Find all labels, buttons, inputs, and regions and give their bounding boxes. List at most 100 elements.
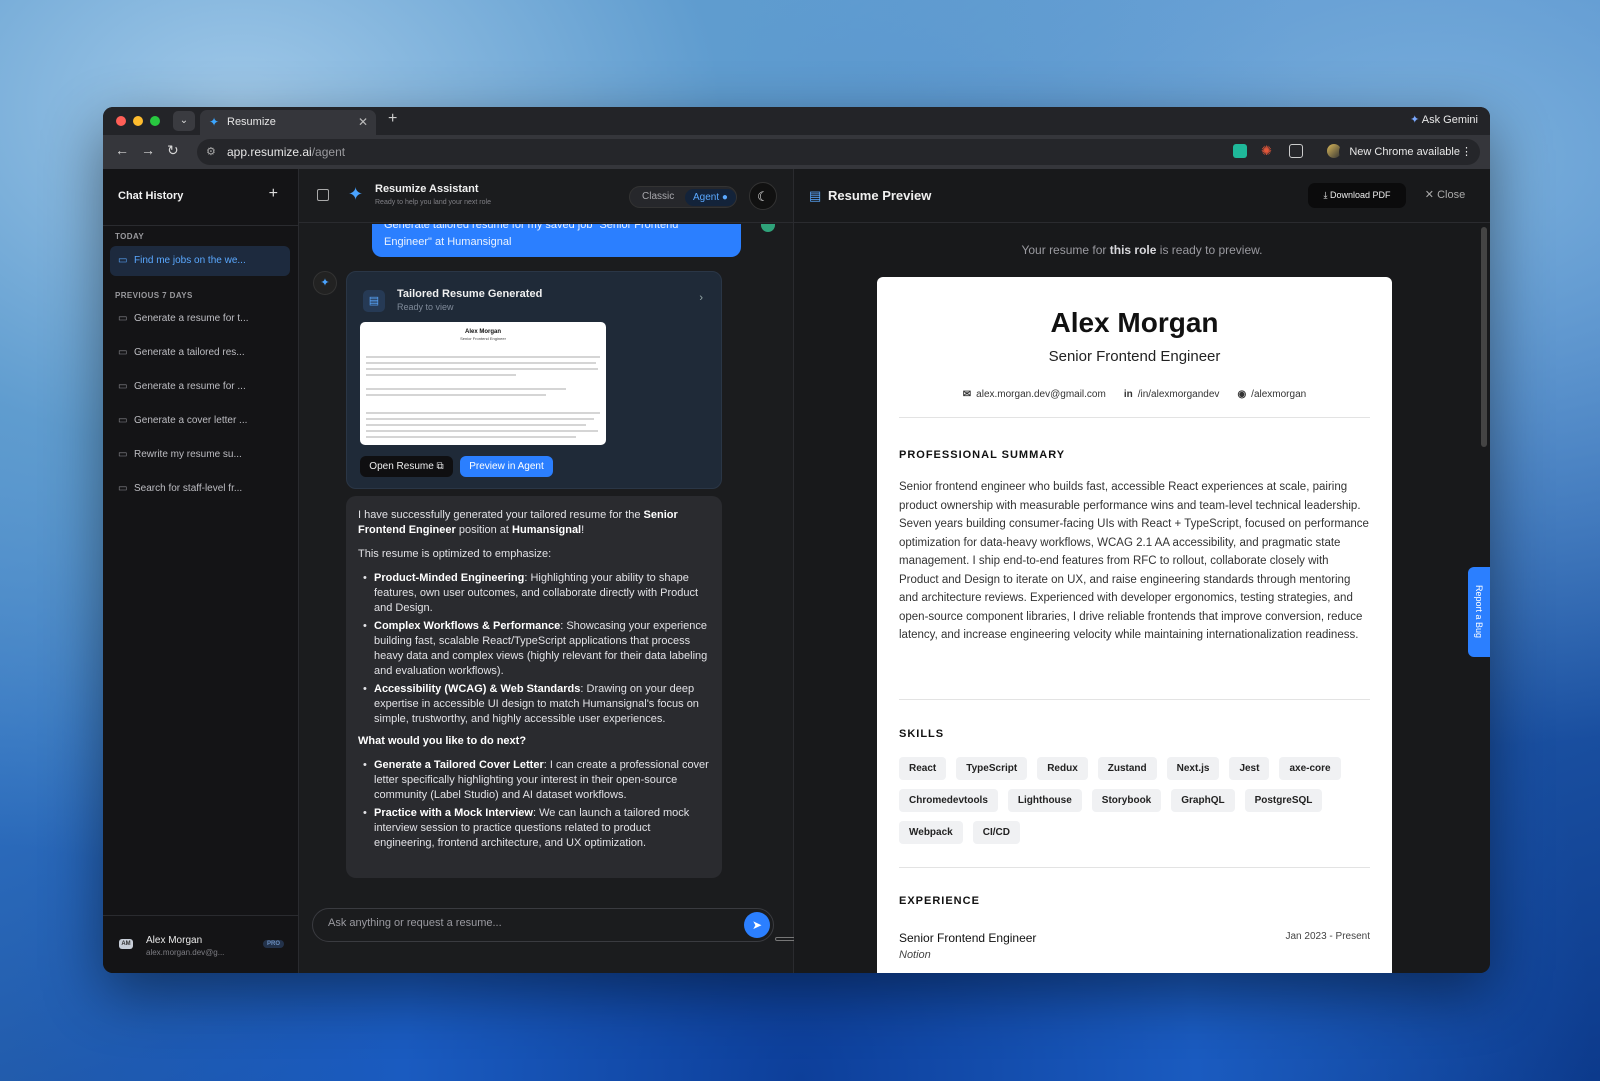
skill-tag: PostgreSQL	[1244, 789, 1323, 812]
toggle-sidebar-icon[interactable]	[317, 189, 329, 201]
thumbnail-role: Senior Frontend Engineer	[460, 336, 506, 341]
message-intro: I have successfully generated your tailo…	[358, 508, 710, 538]
more-menu-icon: ⋮	[1461, 146, 1472, 158]
sidebar-title: Chat History	[118, 190, 184, 202]
new-chrome-available-button[interactable]: New Chrome available ⋮	[1339, 139, 1480, 165]
agent-mode-tab[interactable]: Agent ●	[685, 189, 736, 206]
thumbnail-text-line	[366, 368, 598, 370]
history-item-label: Rewrite my resume su...	[134, 449, 242, 460]
maximize-window-button[interactable]	[150, 116, 160, 126]
skill-tag: Storybook	[1091, 789, 1162, 812]
extension-teal-icon[interactable]	[1233, 144, 1247, 158]
skill-tag: axe-core	[1279, 757, 1341, 780]
ask-gemini-button[interactable]: ✦ Ask Gemini	[1410, 113, 1478, 126]
new-tab-plus-icon[interactable]: +	[388, 110, 397, 128]
summary-text: Senior frontend engineer who builds fast…	[899, 481, 1369, 641]
history-item[interactable]: ▭ Generate a cover letter ...	[110, 406, 290, 436]
divider	[103, 225, 298, 226]
mode-toggle: Classic Agent ●	[629, 186, 737, 208]
thumbnail-text-line	[366, 388, 566, 390]
notice-text: Your resume for	[1021, 243, 1110, 257]
mail-icon: ✉	[962, 389, 972, 400]
close-preview-button[interactable]: ✕ Close	[1414, 183, 1476, 208]
user-message-bubble: Generate tailored resume for my saved jo…	[372, 224, 741, 257]
minimize-window-button[interactable]	[133, 116, 143, 126]
preview-in-agent-button[interactable]: Preview in Agent	[460, 456, 553, 477]
close-tab-icon[interactable]: ✕	[358, 110, 368, 135]
site-settings-icon[interactable]: ⚙	[206, 139, 216, 165]
chevron-right-icon[interactable]: ›	[699, 292, 703, 304]
chat-bubble-icon: ▭	[118, 449, 128, 460]
reload-icon[interactable]: ↻	[167, 142, 179, 159]
list-item: Generate a Tailored Cover Letter: I can …	[358, 758, 710, 803]
extension-red-icon[interactable]: ✺	[1261, 144, 1275, 158]
back-arrow-icon[interactable]: ←	[115, 142, 129, 158]
resume-generated-card[interactable]: ▤ Tailored Resume Generated Ready to vie…	[346, 271, 722, 489]
send-paper-plane-icon[interactable]: ➤	[744, 912, 770, 938]
message-text: !	[581, 524, 585, 536]
assistant-message: I have successfully generated your tailo…	[346, 496, 722, 878]
thumbnail-text-line	[366, 424, 586, 426]
chat-bubble-icon: ▭	[118, 483, 128, 494]
chat-bubble-icon: ▭	[118, 313, 128, 324]
user-avatar	[761, 224, 775, 232]
thumbnail-text-line	[366, 418, 594, 420]
new-chat-plus-icon[interactable]: +	[269, 185, 278, 203]
thumbnail-text-line	[366, 362, 596, 364]
history-item[interactable]: ▭ Generate a resume for t...	[110, 304, 290, 334]
extensions-puzzle-icon[interactable]	[1289, 144, 1303, 158]
browser-tab[interactable]: ✦ Resumize ✕	[200, 110, 376, 135]
contact-github[interactable]: ◉ /alexmorgan	[1237, 389, 1306, 400]
previous-7-days-label: PREVIOUS 7 DAYS	[115, 291, 193, 300]
summary-heading: PROFESSIONAL SUMMARY	[899, 449, 1066, 461]
close-label: Close	[1437, 189, 1466, 201]
download-pdf-button[interactable]: ⤓ Download PDF	[1308, 183, 1406, 208]
report-bug-button[interactable]: Report a Bug	[1468, 567, 1490, 657]
chat-bubble-icon: ▭	[118, 347, 128, 358]
chat-bubble-icon: ▭	[118, 415, 128, 426]
message-text: position at	[455, 524, 513, 536]
user-profile[interactable]: AM Alex Morgan alex.morgan.dev@g... PRO	[103, 915, 298, 973]
message-bold: Humansignal	[512, 524, 582, 536]
close-icon: ✕	[1424, 189, 1435, 201]
contact-linkedin-text: /in/alexmorgandev	[1137, 389, 1220, 400]
history-item[interactable]: ▭ Generate a tailored res...	[110, 338, 290, 368]
skill-tag: TypeScript	[956, 757, 1028, 780]
document-icon: ▤	[809, 188, 822, 203]
history-item[interactable]: ▭ Rewrite my resume su...	[110, 440, 290, 470]
next-steps-list: Generate a Tailored Cover Letter: I can …	[358, 758, 710, 851]
history-item[interactable]: ▭ Search for staff-level fr...	[110, 474, 290, 504]
forward-arrow-icon[interactable]: →	[141, 142, 155, 158]
open-resume-button[interactable]: Open Resume ⧉	[360, 456, 453, 477]
scrollbar[interactable]	[1481, 227, 1487, 447]
url-path: /agent	[311, 145, 346, 159]
assistant-avatar-icon: ✦	[313, 271, 337, 295]
resume-thumbnail[interactable]: Alex Morgan Senior Frontend Engineer	[360, 322, 606, 445]
chat-header: ✦ Resumize Assistant Ready to help you l…	[299, 169, 793, 223]
list-item-title: Product-Minded Engineering	[374, 572, 525, 584]
classic-mode-tab[interactable]: Classic	[642, 191, 674, 202]
agent-mode-label: Agent	[693, 192, 720, 203]
history-item[interactable]: ▭ Generate a resume for ...	[110, 372, 290, 402]
dark-mode-moon-icon[interactable]: ☾	[749, 182, 777, 210]
resume-role: Senior Frontend Engineer	[1048, 348, 1221, 365]
contact-email[interactable]: ✉ alex.morgan.dev@gmail.com	[963, 389, 1106, 400]
skills-heading: SKILLS	[899, 728, 945, 740]
thumbnail-text-line	[366, 436, 576, 438]
contact-linkedin[interactable]: in/in/alexmorgandev	[1124, 389, 1220, 400]
skill-tag: React	[899, 757, 947, 780]
close-window-button[interactable]	[116, 116, 126, 126]
skill-tag: Redux	[1037, 757, 1088, 780]
chat-input[interactable]	[328, 917, 728, 929]
tab-search-chevron-icon[interactable]: ⌄	[173, 111, 195, 131]
ready-notice: Your resume for this role is ready to pr…	[794, 243, 1490, 257]
resumize-favicon-icon: ✦	[209, 115, 220, 129]
history-item-label: Generate a tailored res...	[134, 347, 245, 358]
job-company: Notion	[899, 949, 931, 961]
window-controls	[116, 116, 160, 126]
chrome-update-label: New Chrome available	[1349, 146, 1460, 158]
user-name: Alex Morgan	[146, 935, 203, 946]
divider	[899, 699, 1370, 700]
history-item-active[interactable]: ▭ Find me jobs on the we...	[110, 246, 290, 276]
list-item-title: Generate a Tailored Cover Letter	[374, 759, 544, 771]
